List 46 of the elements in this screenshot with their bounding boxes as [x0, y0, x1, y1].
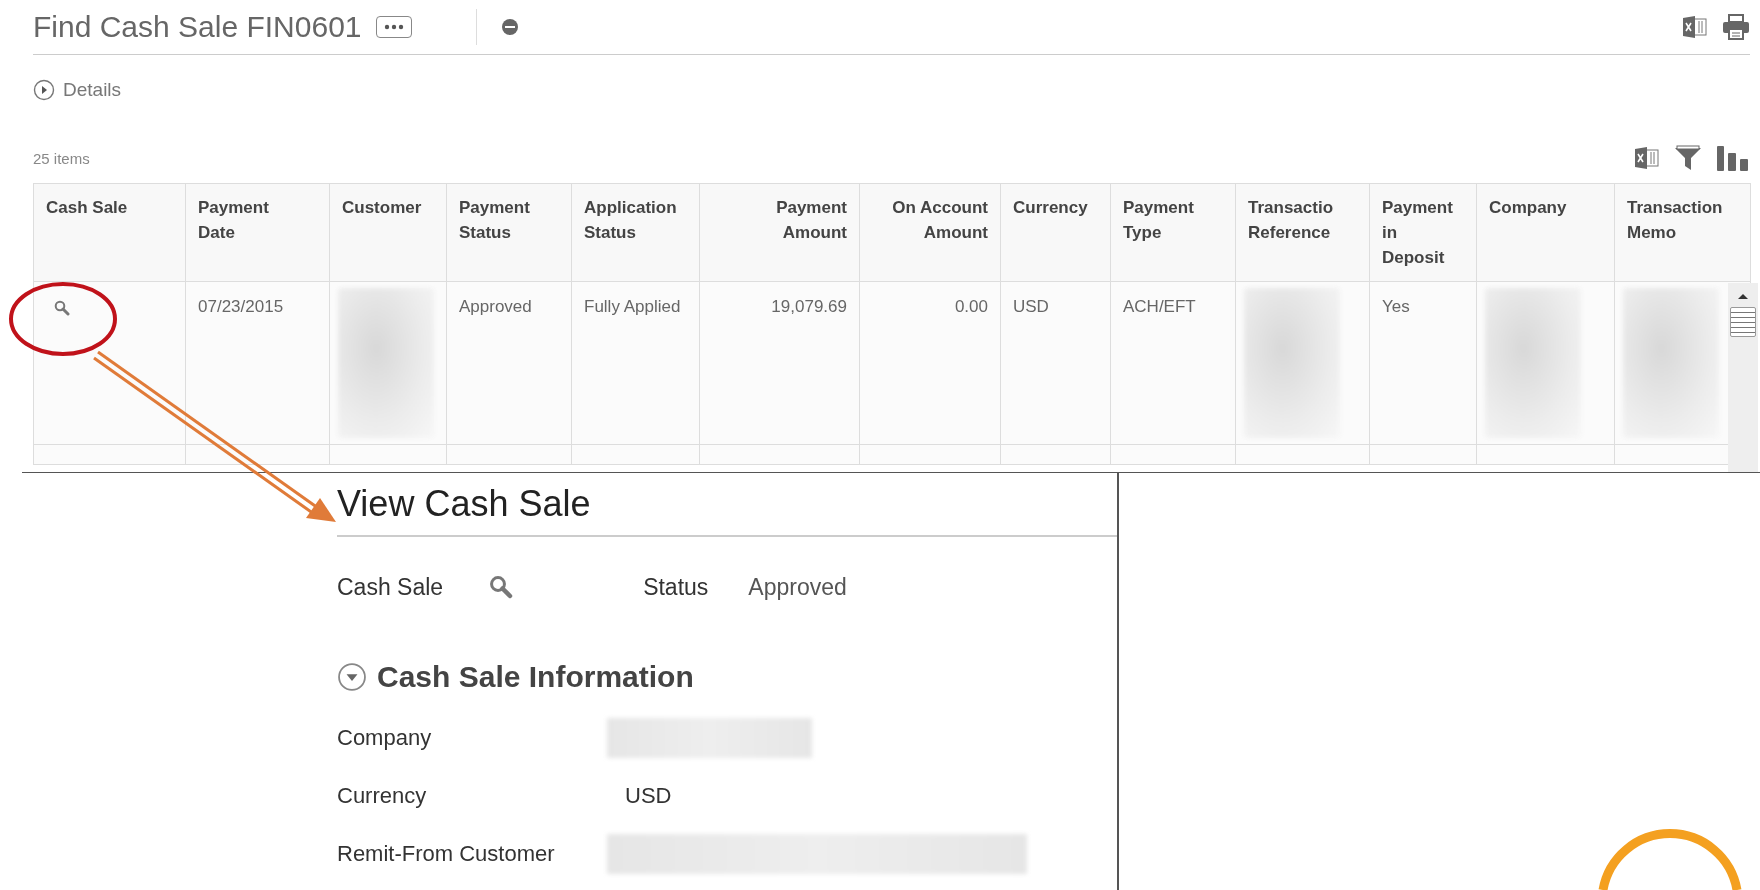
field-label: Cash Sale	[337, 573, 444, 601]
page-title: Find Cash Sale FIN0601	[33, 10, 362, 44]
table-cell: USD	[1013, 297, 1049, 316]
field-label: Currency	[337, 783, 428, 809]
chart-view-icon[interactable]	[1716, 145, 1750, 171]
column-header[interactable]: Application Status	[571, 183, 700, 282]
search-icon[interactable]	[54, 300, 70, 316]
panel-title: View Cash Sale	[337, 473, 1117, 537]
details-toggle[interactable]: Details	[33, 79, 122, 101]
related-actions-icon[interactable]	[500, 18, 519, 36]
field-label: Company	[337, 725, 433, 751]
column-header[interactable]: Payment in Deposit	[1369, 183, 1477, 282]
more-actions-button[interactable]	[375, 16, 412, 38]
column-header[interactable]: Cash Sale	[33, 183, 186, 282]
column-header[interactable]: Payment Type	[1110, 183, 1236, 282]
excel-export-icon[interactable]	[1634, 146, 1660, 170]
field-label: Status	[643, 573, 709, 601]
search-icon[interactable]	[489, 575, 514, 599]
scroll-up-icon[interactable]	[1736, 291, 1750, 301]
column-header[interactable]: Transaction Memo	[1614, 183, 1751, 282]
column-header[interactable]: Currency	[1000, 183, 1111, 282]
column-header[interactable]: Payment Status	[446, 183, 572, 282]
column-header[interactable]: Payment Amount	[699, 183, 860, 282]
filter-icon[interactable]	[1674, 145, 1702, 171]
column-header[interactable]: Company	[1476, 183, 1615, 282]
table-cell: 0.00	[954, 297, 988, 316]
section-title: Cash Sale Information	[377, 660, 694, 694]
table-cell: ACH/EFT	[1123, 297, 1196, 316]
scrollbar[interactable]	[1728, 283, 1758, 472]
table-cell: 19,079.69	[771, 297, 847, 316]
column-header[interactable]: Transactio Reference	[1235, 183, 1370, 282]
column-header[interactable]: On Account Amount	[859, 183, 1001, 282]
excel-export-icon[interactable]	[1682, 15, 1708, 39]
field-label: Remit-From Customer	[337, 841, 556, 867]
column-header[interactable]: Payment Date	[185, 183, 330, 282]
field-value: USD	[625, 783, 672, 809]
item-count: 25 items	[33, 149, 90, 167]
table-cell: 07/23/2015	[198, 297, 284, 316]
table-cell: Approved	[459, 297, 532, 316]
field-value: Approved	[748, 573, 847, 601]
scroll-thumb[interactable]	[1730, 307, 1756, 337]
table-cell: Fully Applied	[584, 297, 681, 316]
collapse-icon[interactable]	[337, 662, 367, 692]
table-cell: Yes	[1382, 297, 1410, 316]
column-header[interactable]: Customer	[329, 183, 447, 282]
print-icon[interactable]	[1722, 14, 1750, 40]
